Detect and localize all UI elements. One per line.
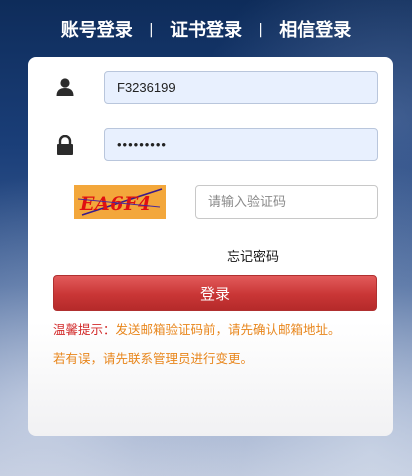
tab-account-login[interactable]: 账号登录 (61, 20, 133, 41)
password-field[interactable] (104, 128, 378, 161)
tip-text-1: 发送邮箱验证码前，请先确认邮箱地址。 (115, 322, 341, 337)
login-tabs: 账号登录 | 证书登录 | 相信登录 (0, 16, 412, 42)
captcha-text: EA6F4 (79, 193, 152, 215)
lock-icon (56, 134, 76, 155)
user-icon (55, 77, 75, 97)
tip-line-1: 温馨提示：发送邮箱验证码前，请先确认邮箱地址。 (53, 319, 341, 338)
login-page-background: 账号登录 | 证书登录 | 相信登录 EA6F4 (0, 0, 412, 476)
tip-prefix: 温馨提示： (53, 322, 116, 337)
tab-separator: | (258, 22, 263, 38)
login-button[interactable]: 登录 (53, 275, 377, 311)
login-card: EA6F4 忘记密码 登录 温馨提示：发送邮箱验证码前，请先确认邮箱地址。 若有… (28, 57, 393, 436)
captcha-input[interactable] (195, 185, 378, 219)
username-field[interactable] (104, 71, 378, 104)
tab-separator: | (149, 22, 154, 38)
captcha-image[interactable]: EA6F4 (74, 185, 166, 219)
tab-certificate-login[interactable]: 证书登录 (170, 20, 242, 41)
tip-line-2: 若有误，请先联系管理员进行变更。 (53, 351, 254, 366)
forgot-password-link[interactable]: 忘记密码 (227, 246, 279, 265)
tab-trust-login[interactable]: 相信登录 (279, 20, 351, 41)
